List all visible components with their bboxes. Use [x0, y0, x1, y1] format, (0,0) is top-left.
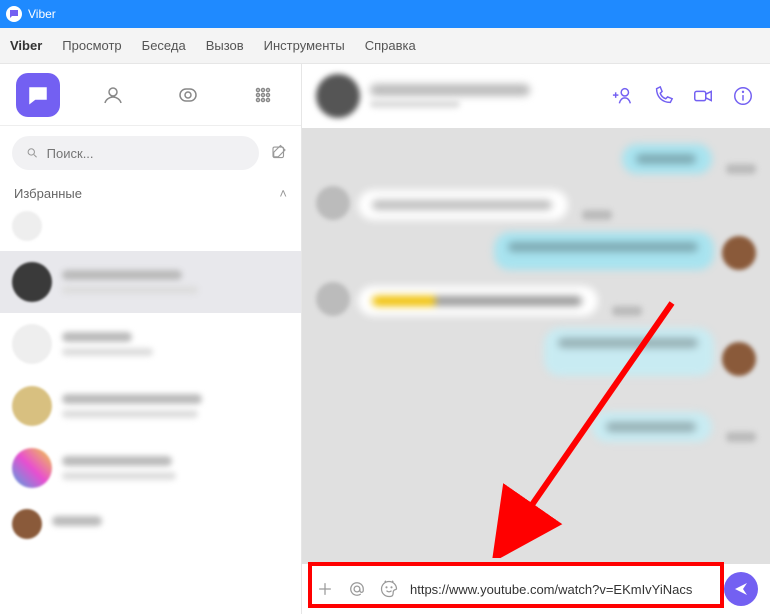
- send-button[interactable]: [724, 572, 758, 606]
- search-box[interactable]: [12, 136, 259, 170]
- viber-logo-icon: [6, 6, 22, 22]
- info-icon: [732, 85, 754, 107]
- menu-viber[interactable]: Viber: [10, 38, 42, 53]
- sidebar-tabs: [0, 64, 301, 126]
- chat-header: [302, 64, 770, 128]
- favorites-header[interactable]: Избранные ˄: [0, 180, 301, 207]
- menu-help[interactable]: Справка: [365, 38, 416, 53]
- chat-title: [370, 84, 596, 108]
- menu-tools[interactable]: Инструменты: [264, 38, 345, 53]
- phone-icon: [652, 85, 674, 107]
- send-icon: [733, 581, 749, 597]
- chat-list-item[interactable]: [0, 251, 301, 313]
- chat-list: [0, 251, 301, 614]
- chevron-up-icon: ˄: [279, 186, 287, 201]
- add-contact-button[interactable]: [610, 83, 636, 109]
- tab-more[interactable]: [241, 73, 285, 117]
- compose-button[interactable]: [269, 143, 289, 163]
- search-input[interactable]: [47, 146, 245, 161]
- attach-button[interactable]: [314, 578, 336, 600]
- sidebar: Избранные ˄: [0, 64, 302, 614]
- add-contact-icon: [612, 85, 634, 107]
- avatar: [12, 448, 52, 488]
- menu-bar: Viber Просмотр Беседа Вызов Инструменты …: [0, 28, 770, 64]
- menu-view[interactable]: Просмотр: [62, 38, 121, 53]
- avatar: [12, 324, 52, 364]
- favorite-avatar[interactable]: [12, 211, 42, 241]
- messages-pane[interactable]: [302, 128, 770, 564]
- at-icon: [347, 579, 367, 599]
- voice-call-button[interactable]: [650, 83, 676, 109]
- chat-list-item[interactable]: [0, 499, 301, 549]
- tab-contacts[interactable]: [91, 73, 135, 117]
- tab-chats[interactable]: [16, 73, 60, 117]
- message-input[interactable]: [410, 582, 714, 597]
- menu-chat[interactable]: Беседа: [142, 38, 186, 53]
- avatar: [12, 386, 52, 426]
- chat-avatar[interactable]: [316, 74, 360, 118]
- avatar: [12, 509, 42, 539]
- sticker-icon: [379, 579, 399, 599]
- search-icon: [26, 146, 39, 160]
- sticker-button[interactable]: [378, 578, 400, 600]
- info-button[interactable]: [730, 83, 756, 109]
- chat-list-item[interactable]: [0, 437, 301, 499]
- chat-list-item[interactable]: [0, 375, 301, 437]
- window-titlebar: Viber: [0, 0, 770, 28]
- video-icon: [692, 85, 714, 107]
- avatar: [12, 262, 52, 302]
- plus-icon: [315, 579, 335, 599]
- favorites-label: Избранные: [14, 186, 82, 201]
- mention-button[interactable]: [346, 578, 368, 600]
- chat-area: [302, 64, 770, 614]
- video-call-button[interactable]: [690, 83, 716, 109]
- compose-icon: [270, 144, 288, 162]
- chat-list-item[interactable]: [0, 313, 301, 375]
- menu-call[interactable]: Вызов: [206, 38, 244, 53]
- message-input-bar: [302, 564, 770, 614]
- window-title: Viber: [28, 7, 56, 21]
- tab-explore[interactable]: [166, 73, 210, 117]
